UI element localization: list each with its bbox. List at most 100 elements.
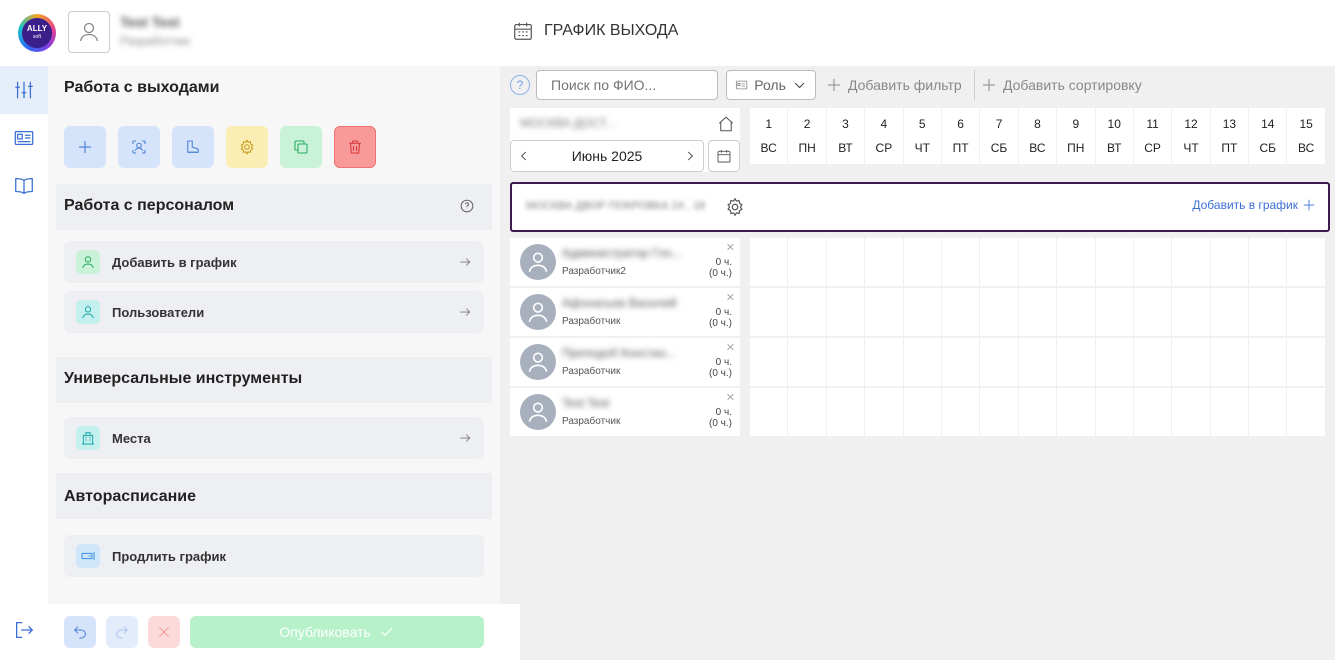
location-settings-button[interactable] bbox=[724, 196, 746, 223]
schedule-cell[interactable] bbox=[903, 338, 941, 386]
places-card[interactable]: Места bbox=[64, 417, 484, 459]
schedule-cell[interactable] bbox=[1018, 288, 1057, 336]
schedule-cell[interactable] bbox=[750, 238, 788, 286]
nav-book[interactable] bbox=[0, 162, 48, 210]
schedule-cell[interactable] bbox=[1210, 388, 1249, 436]
cancel-changes-button[interactable] bbox=[148, 616, 180, 648]
schedule-cell[interactable] bbox=[1057, 288, 1095, 336]
schedule-cell[interactable] bbox=[826, 388, 865, 436]
schedule-cell[interactable] bbox=[1057, 338, 1095, 386]
add-exit-button[interactable] bbox=[64, 126, 106, 168]
schedule-cell[interactable] bbox=[1057, 388, 1095, 436]
undo-button[interactable] bbox=[64, 616, 96, 648]
schedule-cell[interactable] bbox=[1287, 238, 1325, 286]
schedule-cell[interactable] bbox=[903, 288, 941, 336]
schedule-cell[interactable] bbox=[865, 338, 903, 386]
schedule-cell[interactable] bbox=[941, 388, 980, 436]
assign-user-button[interactable] bbox=[118, 126, 160, 168]
schedule-cell[interactable] bbox=[941, 338, 980, 386]
home-button[interactable] bbox=[714, 112, 738, 136]
schedule-cell[interactable] bbox=[788, 288, 826, 336]
logout-button[interactable] bbox=[0, 606, 48, 654]
employee-row[interactable]: Test Test Разработчик ✕ 0 ч. (0 ч.) bbox=[510, 388, 740, 436]
extend-schedule-card[interactable]: Продлить график bbox=[64, 535, 484, 577]
schedule-cell[interactable] bbox=[1172, 288, 1210, 336]
schedule-cell[interactable] bbox=[750, 288, 788, 336]
calendar-picker-button[interactable] bbox=[708, 140, 740, 172]
schedule-cell[interactable] bbox=[1095, 288, 1133, 336]
schedule-cell[interactable] bbox=[980, 388, 1018, 436]
schedule-cell[interactable] bbox=[1095, 388, 1133, 436]
employee-row[interactable]: Администратор Гло... Разработчик2 ✕ 0 ч. (0 … bbox=[510, 238, 740, 286]
delete-button[interactable] bbox=[334, 126, 376, 168]
add-to-schedule-link[interactable]: Добавить в график bbox=[1192, 198, 1316, 212]
schedule-cell[interactable] bbox=[980, 288, 1018, 336]
employee-row[interactable]: Афонасьев Василий Разработчик ✕ 0 ч. (0 ч.) bbox=[510, 288, 740, 336]
schedule-cell[interactable] bbox=[1133, 338, 1172, 386]
nav-schedule-settings[interactable] bbox=[0, 66, 48, 114]
schedule-cell[interactable] bbox=[750, 338, 788, 386]
schedule-cell[interactable] bbox=[1287, 338, 1325, 386]
schedule-cell[interactable] bbox=[1172, 238, 1210, 286]
schedule-cell[interactable] bbox=[1287, 388, 1325, 436]
schedule-cell[interactable] bbox=[1018, 338, 1057, 386]
user-avatar[interactable] bbox=[68, 11, 110, 53]
schedule-cell[interactable] bbox=[788, 388, 826, 436]
schedule-cell[interactable] bbox=[788, 238, 826, 286]
chevron-right-icon[interactable] bbox=[683, 149, 697, 163]
schedule-cell[interactable] bbox=[865, 388, 903, 436]
schedule-cell[interactable] bbox=[1249, 388, 1287, 436]
schedule-cell[interactable] bbox=[1249, 238, 1287, 286]
remove-employee-icon[interactable]: ✕ bbox=[726, 393, 735, 404]
schedule-cell[interactable] bbox=[1095, 238, 1133, 286]
schedule-cell[interactable] bbox=[980, 338, 1018, 386]
remove-employee-icon[interactable]: ✕ bbox=[726, 293, 735, 304]
chevron-left-icon[interactable] bbox=[517, 149, 531, 163]
add-to-schedule-card[interactable]: Добавить в график bbox=[64, 241, 484, 283]
schedule-cell[interactable] bbox=[865, 238, 903, 286]
schedule-cell[interactable] bbox=[1249, 338, 1287, 386]
shift-type-button[interactable] bbox=[172, 126, 214, 168]
role-select[interactable]: Роль bbox=[726, 70, 816, 100]
schedule-cell[interactable] bbox=[1133, 238, 1172, 286]
add-sort-button[interactable]: Добавить сортировку bbox=[981, 70, 1142, 100]
schedule-cell[interactable] bbox=[980, 238, 1018, 286]
schedule-cell[interactable] bbox=[788, 338, 826, 386]
schedule-cell[interactable] bbox=[1172, 388, 1210, 436]
help-icon[interactable] bbox=[460, 199, 474, 218]
app-logo[interactable]: ALLY soft bbox=[17, 13, 57, 53]
schedule-cell[interactable] bbox=[865, 288, 903, 336]
settings-tool-button[interactable] bbox=[226, 126, 268, 168]
search-input[interactable] bbox=[536, 70, 718, 100]
schedule-cell[interactable] bbox=[1210, 288, 1249, 336]
schedule-cell[interactable] bbox=[826, 238, 865, 286]
employee-row[interactable]: Преподоб Констан... Разработчик ✕ 0 ч. (0 ч.… bbox=[510, 338, 740, 386]
schedule-cell[interactable] bbox=[1095, 338, 1133, 386]
schedule-cell[interactable] bbox=[903, 238, 941, 286]
schedule-cell[interactable] bbox=[826, 338, 865, 386]
add-filter-button[interactable]: Добавить фильтр bbox=[826, 70, 962, 100]
schedule-cell[interactable] bbox=[941, 238, 980, 286]
remove-employee-icon[interactable]: ✕ bbox=[726, 243, 735, 254]
schedule-cell[interactable] bbox=[941, 288, 980, 336]
schedule-cell[interactable] bbox=[1018, 238, 1057, 286]
schedule-cell[interactable] bbox=[1018, 388, 1057, 436]
copy-button[interactable] bbox=[280, 126, 322, 168]
schedule-cell[interactable] bbox=[826, 288, 865, 336]
users-card[interactable]: Пользователи bbox=[64, 291, 484, 333]
schedule-cell[interactable] bbox=[903, 388, 941, 436]
schedule-cell[interactable] bbox=[750, 388, 788, 436]
schedule-cell[interactable] bbox=[1133, 288, 1172, 336]
publish-button[interactable]: Опубликовать bbox=[190, 616, 484, 648]
schedule-cell[interactable] bbox=[1210, 338, 1249, 386]
redo-button[interactable] bbox=[106, 616, 138, 648]
nav-id-card[interactable] bbox=[0, 114, 48, 162]
filter-help[interactable]: ? bbox=[510, 70, 530, 100]
schedule-cell[interactable] bbox=[1133, 388, 1172, 436]
schedule-cell[interactable] bbox=[1057, 238, 1095, 286]
remove-employee-icon[interactable]: ✕ bbox=[726, 343, 735, 354]
schedule-cell[interactable] bbox=[1172, 338, 1210, 386]
schedule-cell[interactable] bbox=[1210, 238, 1249, 286]
schedule-cell[interactable] bbox=[1287, 288, 1325, 336]
schedule-cell[interactable] bbox=[1249, 288, 1287, 336]
